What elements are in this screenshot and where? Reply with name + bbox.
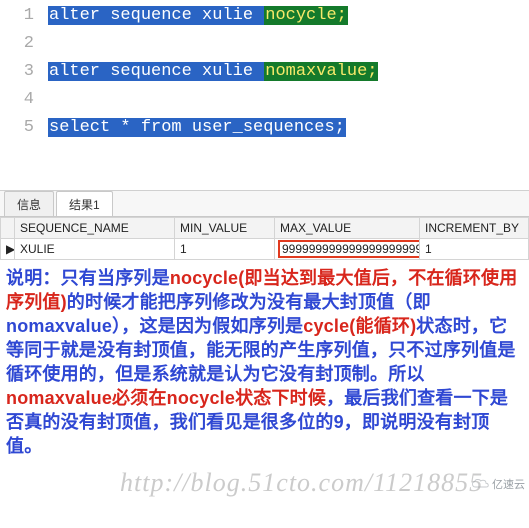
code-line[interactable]: 3alter sequence xulie nomaxvalue; — [0, 58, 529, 86]
code-text: alter sequence xulie — [48, 6, 264, 25]
watermark-text: http://blog.51cto.com/11218855 — [120, 468, 483, 498]
code-line[interactable]: 1alter sequence xulie nocycle; — [0, 2, 529, 30]
explanation-text: 说明：只有当序列是nocycle(即当达到最大值后，不在循环使用序列值)的时候才… — [0, 260, 529, 458]
line-number: 5 — [0, 114, 48, 142]
table-header-row: SEQUENCE_NAME MIN_VALUE MAX_VALUE INCREM… — [1, 218, 529, 239]
line-number: 1 — [0, 2, 48, 30]
code-text: alter sequence xulie — [48, 62, 264, 81]
highlight-text: cycle(能循环) — [303, 316, 416, 336]
line-number: 3 — [0, 58, 48, 86]
code-keyword: nomaxvalue; — [264, 62, 378, 81]
provider-logo: 亿速云 — [471, 476, 525, 492]
code-editor[interactable]: 1alter sequence xulie nocycle; 2 3alter … — [0, 0, 529, 142]
cell-sequence-name[interactable]: XULIE — [15, 239, 175, 260]
code-keyword: nocycle; — [264, 6, 348, 25]
code-line[interactable]: 5select * from user_sequences; — [0, 114, 529, 142]
line-number: 4 — [0, 86, 48, 114]
tab-info[interactable]: 信息 — [4, 191, 54, 216]
highlight-box: 9999999999999999999999 — [278, 240, 420, 258]
code-text: select * from user_sequences; — [48, 118, 346, 137]
code-line[interactable]: 4 — [0, 86, 529, 114]
highlight-text: nomaxvalue必须在nocycle状态下时候 — [6, 388, 326, 408]
results-grid[interactable]: SEQUENCE_NAME MIN_VALUE MAX_VALUE INCREM… — [0, 216, 529, 260]
cell-increment-by[interactable]: 1 — [420, 239, 529, 260]
result-tabs: 信息 结果1 — [0, 190, 529, 216]
col-header-max-value[interactable]: MAX_VALUE — [275, 218, 420, 239]
line-number: 2 — [0, 30, 48, 58]
cloud-icon — [471, 478, 489, 490]
row-marker-header — [1, 218, 15, 239]
tab-results[interactable]: 结果1 — [56, 191, 113, 216]
cell-min-value[interactable]: 1 — [175, 239, 275, 260]
table-row[interactable]: ▶ XULIE 1 9999999999999999999999 1 — [1, 239, 529, 260]
provider-name: 亿速云 — [492, 476, 525, 492]
col-header-min-value[interactable]: MIN_VALUE — [175, 218, 275, 239]
col-header-sequence-name[interactable]: SEQUENCE_NAME — [15, 218, 175, 239]
col-header-increment-by[interactable]: INCREMENT_BY — [420, 218, 529, 239]
row-marker-icon: ▶ — [1, 239, 15, 260]
code-line[interactable]: 2 — [0, 30, 529, 58]
cell-max-value[interactable]: 9999999999999999999999 — [275, 239, 420, 260]
